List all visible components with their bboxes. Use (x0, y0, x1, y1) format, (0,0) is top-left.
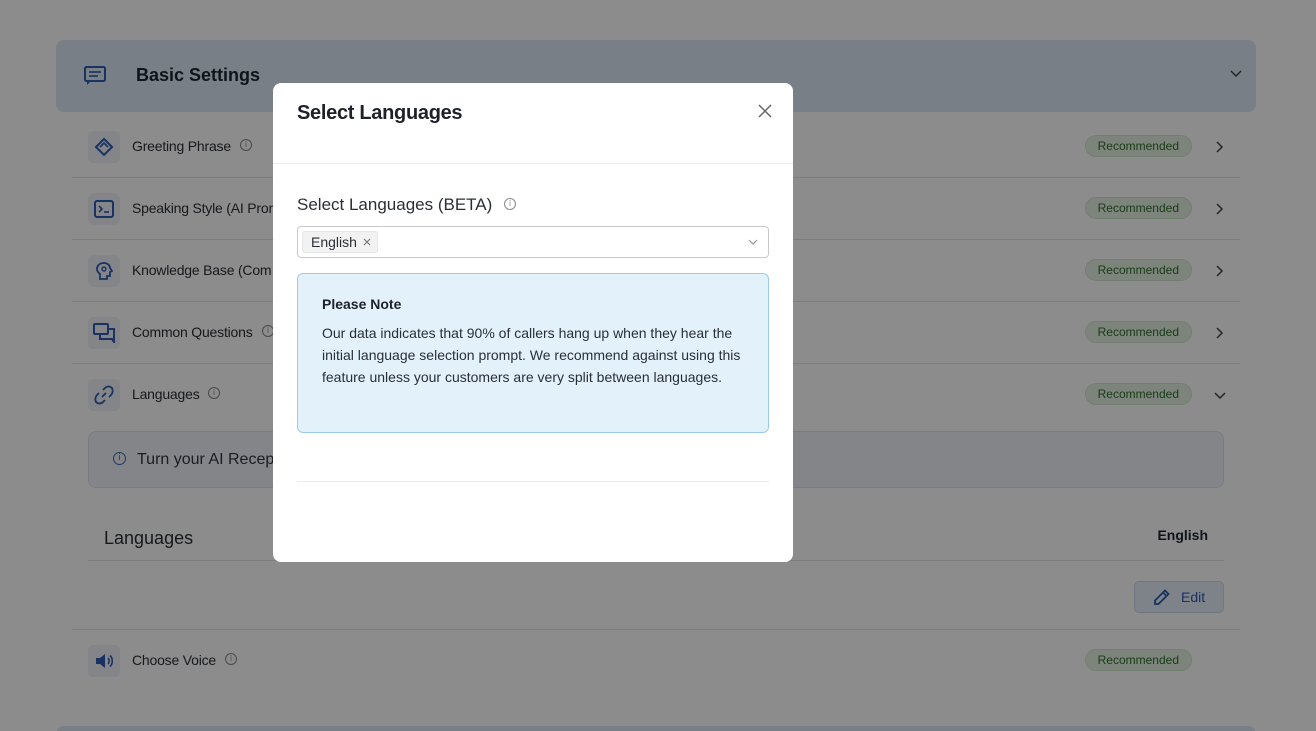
please-note-alert: Please Note Our data indicates that 90% … (297, 273, 769, 433)
info-icon[interactable]: i (504, 198, 516, 210)
tag-label: English (311, 234, 357, 250)
note-body: Our data indicates that 90% of callers h… (322, 325, 741, 385)
close-icon[interactable] (757, 103, 773, 119)
select-languages-modal: Select Languages Select Languages (BETA)… (273, 83, 793, 562)
selected-language-tag: English (302, 231, 378, 253)
modal-header: Select Languages (273, 83, 793, 164)
chevron-down-icon[interactable] (748, 239, 758, 246)
modal-title: Select Languages (297, 102, 463, 124)
note-title: Please Note (322, 296, 402, 312)
modal-divider (297, 481, 769, 482)
field-label: Select Languages (BETA) (297, 195, 493, 214)
remove-tag-icon[interactable] (363, 238, 371, 246)
languages-select[interactable]: English (297, 226, 769, 258)
